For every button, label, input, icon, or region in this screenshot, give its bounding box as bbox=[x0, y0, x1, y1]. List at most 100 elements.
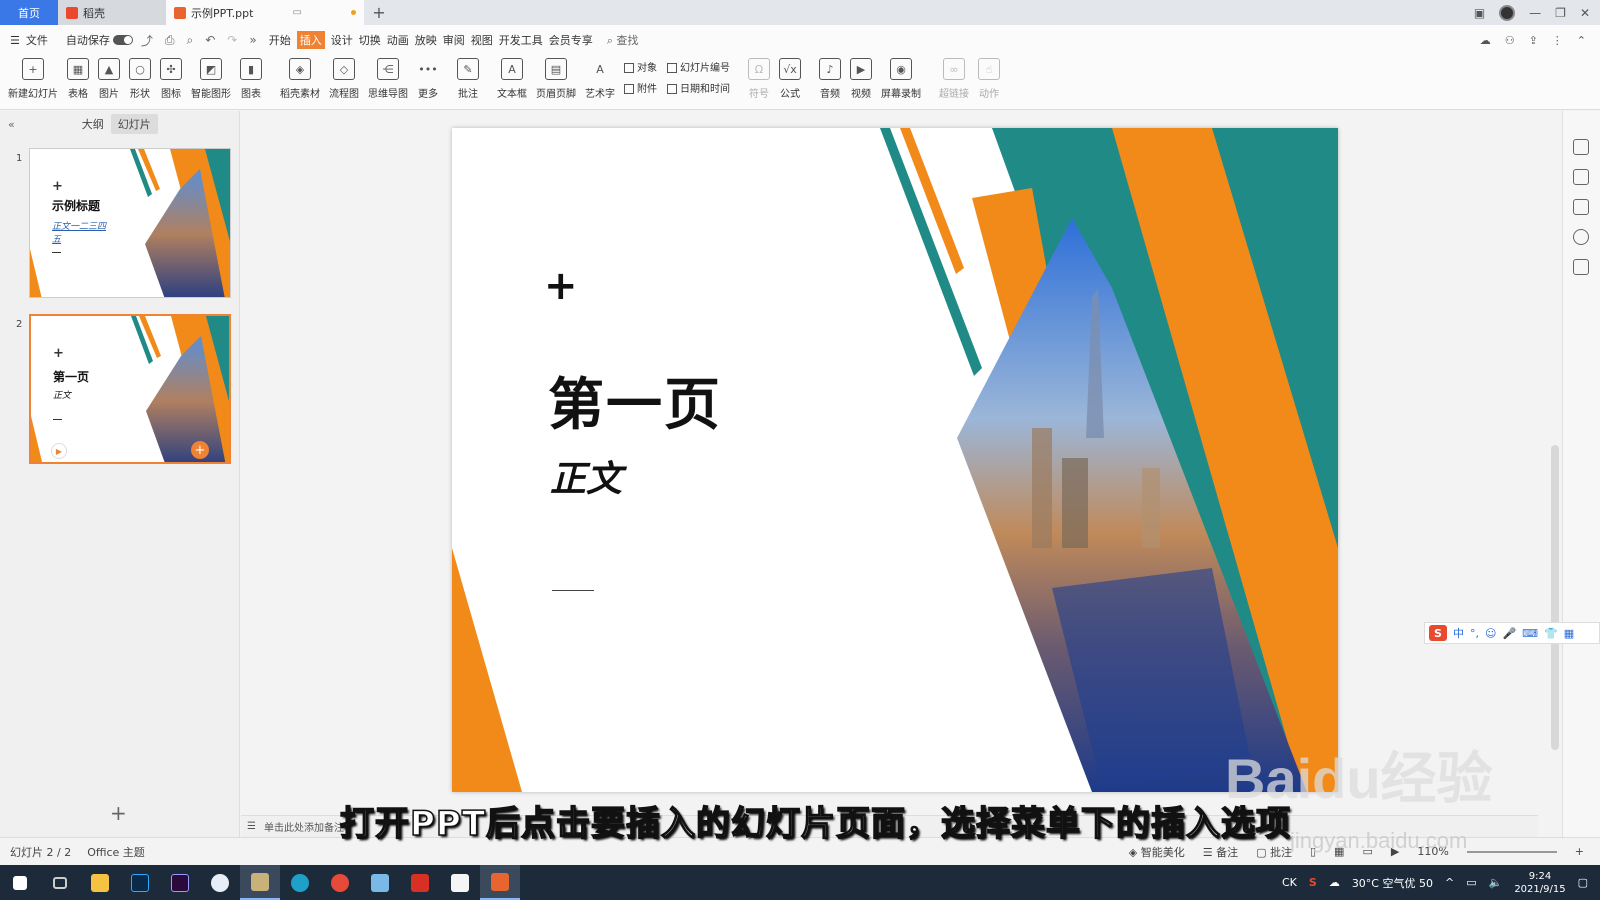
ribbon-new-slide-button[interactable]: + 新建幻灯片 bbox=[8, 55, 58, 100]
new-tab-button[interactable]: + bbox=[364, 0, 394, 25]
menu-design[interactable]: 设计 bbox=[331, 32, 353, 48]
menu-file[interactable]: 文件 bbox=[26, 32, 48, 48]
menu-transition[interactable]: 切换 bbox=[359, 32, 381, 48]
collapse-panel-icon[interactable]: « bbox=[8, 118, 15, 131]
collaborate-icon[interactable]: ⚇ bbox=[1505, 34, 1515, 47]
app-pen-icon[interactable] bbox=[360, 865, 400, 900]
comments-toggle-button[interactable]: ▢ 批注 bbox=[1256, 844, 1292, 860]
more-menu-icon[interactable]: » bbox=[249, 33, 256, 47]
slide-body-text[interactable]: 正文 bbox=[550, 450, 622, 502]
weather-text[interactable]: 30°C 空气优 50 bbox=[1352, 875, 1433, 891]
redo-icon[interactable]: ↷ bbox=[227, 33, 237, 47]
layers-icon[interactable] bbox=[1573, 199, 1589, 215]
emoji-icon[interactable]: ☺ bbox=[1485, 627, 1496, 640]
menu-start[interactable]: 开始 bbox=[269, 32, 291, 48]
tab-home[interactable]: 首页 bbox=[0, 0, 58, 25]
photoshop-icon[interactable] bbox=[120, 865, 160, 900]
beautify-button[interactable]: ◈ 智能美化 bbox=[1129, 844, 1185, 860]
ribbon-table-button[interactable]: ▦ 表格 bbox=[67, 55, 89, 100]
ribbon-datetime-button[interactable]: 日期和时间 bbox=[667, 80, 730, 95]
tab-daoke[interactable]: 稻壳 bbox=[58, 0, 166, 25]
star-icon[interactable] bbox=[1573, 169, 1589, 185]
chrome-icon[interactable] bbox=[320, 865, 360, 900]
mic-icon[interactable]: 🎤 bbox=[1502, 627, 1516, 640]
share-icon[interactable]: ⇪ bbox=[1529, 34, 1538, 47]
ribbon-flowchart-button[interactable]: ◇ 流程图 bbox=[329, 55, 359, 100]
slide-thumbnail-2[interactable]: + 第一页 正文 ▶ + bbox=[29, 314, 231, 464]
ribbon-header-footer-button[interactable]: ▤ 页眉页脚 bbox=[536, 55, 576, 100]
zoom-slider[interactable] bbox=[1466, 850, 1557, 853]
ribbon-smartart-button[interactable]: ◩ 智能图形 bbox=[191, 55, 231, 100]
help-icon[interactable] bbox=[1573, 229, 1589, 245]
skin-icon[interactable]: 👕 bbox=[1544, 627, 1558, 640]
ribbon-shape-button[interactable]: ○ 形状 bbox=[129, 55, 151, 100]
menu-animation[interactable]: 动画 bbox=[387, 32, 409, 48]
notification-icon[interactable]: ▢ bbox=[1578, 876, 1588, 889]
zoom-in-icon[interactable]: + bbox=[1575, 845, 1584, 858]
add-slide-button[interactable]: + bbox=[110, 801, 127, 825]
restore-button[interactable]: ❐ bbox=[1555, 6, 1566, 20]
avatar[interactable] bbox=[1499, 4, 1516, 21]
hamburger-icon[interactable]: ☰ bbox=[10, 34, 20, 47]
menu-insert[interactable]: 插入 bbox=[296, 31, 325, 49]
wps-presentation-icon[interactable] bbox=[480, 865, 520, 900]
close-button[interactable]: ✕ bbox=[1580, 6, 1590, 20]
image-app-icon[interactable] bbox=[440, 865, 480, 900]
tab-outline[interactable]: 大纲 bbox=[75, 114, 111, 134]
tab-slides[interactable]: 幻灯片 bbox=[110, 114, 158, 134]
clock[interactable]: 9:24 2021/9/15 bbox=[1514, 870, 1565, 896]
ribbon-action-button[interactable]: ☝ 动作 bbox=[978, 55, 1000, 100]
vertical-scrollbar[interactable] bbox=[1551, 445, 1559, 750]
keyboard-icon[interactable]: ⌨ bbox=[1522, 627, 1538, 640]
slide-thumbnail-1[interactable]: + 示例标题 正文一二三四五 bbox=[29, 148, 231, 298]
redo-file-icon[interactable]: ⤴ bbox=[141, 32, 153, 49]
tray-chevron-icon[interactable]: ^ bbox=[1445, 876, 1454, 889]
task-view-icon[interactable] bbox=[40, 865, 80, 900]
backup-icon[interactable] bbox=[1573, 259, 1589, 275]
ribbon-slide-number-button[interactable]: 幻灯片编号 bbox=[667, 59, 730, 74]
add-slide-badge-icon[interactable]: + bbox=[191, 441, 209, 459]
ribbon-formula-button[interactable]: √x 公式 bbox=[779, 55, 801, 100]
minimize-button[interactable]: — bbox=[1529, 6, 1541, 20]
menu-slideshow[interactable]: 放映 bbox=[415, 32, 437, 48]
ribbon-screen-record-button[interactable]: ◉ 屏幕录制 bbox=[881, 55, 921, 100]
play-icon[interactable]: ▶ bbox=[51, 443, 67, 459]
ribbon-comment-button[interactable]: ✎ 批注 bbox=[457, 55, 479, 100]
edge-icon[interactable] bbox=[280, 865, 320, 900]
current-slide[interactable]: + 第一页 正文 bbox=[452, 128, 1338, 792]
collapse-ribbon-icon[interactable]: ⌃ bbox=[1577, 34, 1586, 47]
wps-icon[interactable] bbox=[400, 865, 440, 900]
ribbon-video-button[interactable]: ▶ 视频 bbox=[850, 55, 872, 100]
menu-member[interactable]: 会员专享 bbox=[549, 32, 593, 48]
search-field[interactable]: ⌕ 查找 bbox=[607, 32, 639, 48]
ribbon-mindmap-button[interactable]: ⋲ 思维导图 bbox=[368, 55, 408, 100]
ime-lang[interactable]: 中 bbox=[1453, 625, 1464, 641]
notes-toggle-button[interactable]: ☰ 备注 bbox=[1203, 844, 1238, 860]
ribbon-symbol-button[interactable]: Ω 符号 bbox=[748, 55, 770, 100]
ribbon-textbox-button[interactable]: A 文本框 bbox=[497, 55, 527, 100]
ribbon-attachment-button[interactable]: 附件 bbox=[624, 80, 657, 95]
premiere-icon[interactable] bbox=[160, 865, 200, 900]
ribbon-audio-button[interactable]: ♪ 音频 bbox=[819, 55, 841, 100]
ribbon-chart-button[interactable]: ▮ 图表 bbox=[240, 55, 262, 100]
ribbon-object-button[interactable]: 对象 bbox=[624, 59, 657, 74]
preview-icon[interactable]: ⌕ bbox=[187, 33, 194, 48]
menu-devtools[interactable]: 开发工具 bbox=[499, 32, 543, 48]
undo-icon[interactable]: ↶ bbox=[205, 33, 215, 47]
ribbon-material-button[interactable]: ◈ 稻壳素材 bbox=[280, 55, 320, 100]
punctuation-icon[interactable]: °, bbox=[1470, 627, 1479, 640]
tray-lang[interactable]: CK bbox=[1282, 876, 1297, 889]
ribbon-hyperlink-button[interactable]: ∞ 超链接 bbox=[939, 55, 969, 100]
ribbon-picture-button[interactable]: ▲ 图片 bbox=[98, 55, 120, 100]
slide-title[interactable]: 第一页 bbox=[548, 360, 722, 441]
settings-sliders-icon[interactable] bbox=[1573, 139, 1589, 155]
theme-name[interactable]: Office 主题 bbox=[87, 844, 145, 860]
tray-sogou-icon[interactable]: S bbox=[1309, 876, 1317, 889]
autosave-toggle[interactable] bbox=[112, 35, 133, 45]
active-app-icon[interactable] bbox=[240, 865, 280, 900]
ribbon-more-button[interactable]: ••• 更多 bbox=[417, 55, 439, 101]
file-explorer-icon[interactable] bbox=[80, 865, 120, 900]
network-icon[interactable]: ▭ bbox=[1466, 876, 1476, 889]
ribbon-wordart-button[interactable]: A 艺术字 bbox=[585, 55, 615, 101]
cloud-sync-icon[interactable]: ☁ bbox=[1480, 34, 1491, 47]
